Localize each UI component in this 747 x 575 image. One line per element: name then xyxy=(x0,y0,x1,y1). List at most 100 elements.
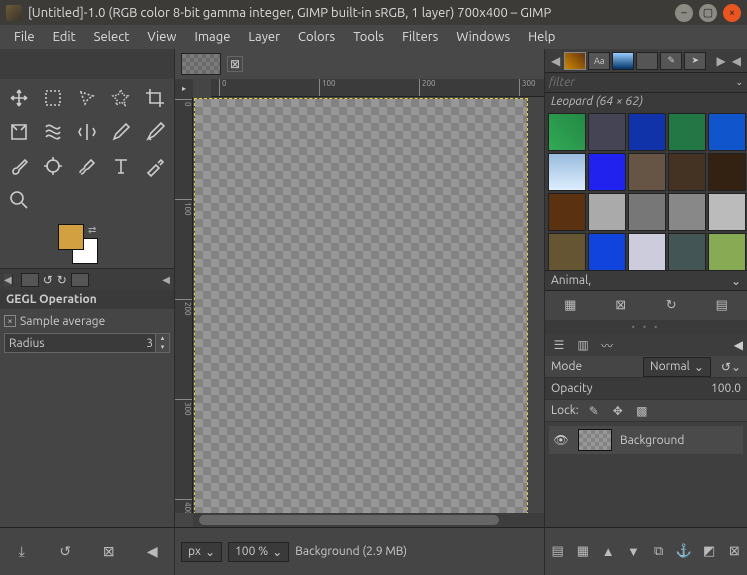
pattern-thumb[interactable] xyxy=(548,193,586,231)
fuzzy-select-tool[interactable] xyxy=(104,81,137,114)
lock-position-icon[interactable]: ✥ xyxy=(609,403,627,419)
pattern-thumb[interactable] xyxy=(628,113,666,151)
paint-dynamics-tab[interactable]: ✎ xyxy=(660,52,682,70)
brush-tool[interactable] xyxy=(2,149,35,182)
pattern-thumb[interactable] xyxy=(668,153,706,191)
layer-opacity-row[interactable]: Opacity 100.0 xyxy=(545,378,747,400)
new-layer-group-icon[interactable]: ▦ xyxy=(573,542,593,562)
canvas-viewport[interactable] xyxy=(193,97,544,513)
restore-tool-preset-icon[interactable]: ↺ xyxy=(54,541,76,563)
warp-tool[interactable] xyxy=(36,115,69,148)
pattern-thumb[interactable] xyxy=(668,233,706,270)
merge-down-icon[interactable]: ⚓ xyxy=(674,542,694,562)
duplicate-layer-icon[interactable]: ⧉ xyxy=(649,542,669,562)
pattern-thumb[interactable] xyxy=(548,233,586,270)
zoom-tool[interactable] xyxy=(2,183,35,216)
dock-tab-menu[interactable]: ◀ xyxy=(730,54,743,68)
tab-menu-icon[interactable]: ◀ xyxy=(162,274,170,286)
move-tool[interactable] xyxy=(2,81,35,114)
pattern-filter-input[interactable] xyxy=(549,76,735,89)
lower-layer-icon[interactable]: ▼ xyxy=(623,542,643,562)
flip-tool[interactable] xyxy=(70,115,103,148)
new-layer-icon[interactable]: ▤ xyxy=(548,542,568,562)
delete-tool-preset-icon[interactable]: ⊠ xyxy=(98,541,120,563)
pattern-thumb[interactable] xyxy=(708,233,746,270)
pattern-thumb[interactable] xyxy=(628,233,666,270)
minimize-button[interactable]: – xyxy=(675,4,693,22)
dock-menu-icon[interactable]: ◀ xyxy=(4,274,13,286)
save-tool-preset-icon[interactable]: ⤓ xyxy=(11,541,33,563)
menu-image[interactable]: Image xyxy=(187,27,239,47)
patterns-tab[interactable] xyxy=(564,52,586,70)
rect-select-tool[interactable] xyxy=(36,81,69,114)
paths-tab[interactable]: 〰 xyxy=(597,337,617,353)
layers-tab-menu[interactable]: ◀ xyxy=(734,338,743,352)
maximize-button[interactable]: ▢ xyxy=(699,4,717,22)
menu-view[interactable]: View xyxy=(139,27,184,47)
menu-help[interactable]: Help xyxy=(520,27,563,47)
layer-item[interactable]: 👁Background xyxy=(549,426,743,454)
image-tab-thumb[interactable] xyxy=(181,53,221,75)
pattern-thumb[interactable] xyxy=(668,113,706,151)
radius-field[interactable]: Radius 3 ▴▾ xyxy=(4,333,170,353)
pattern-thumb[interactable] xyxy=(708,113,746,151)
pattern-thumb[interactable] xyxy=(628,193,666,231)
pattern-category-row[interactable]: Animal, ⌄ xyxy=(545,270,747,290)
undo-history-icon[interactable]: ↺ xyxy=(43,273,53,287)
radius-spinner[interactable]: ▴▾ xyxy=(155,334,169,352)
rotate-tool[interactable] xyxy=(2,115,35,148)
delete-layer-icon[interactable]: ⊠ xyxy=(724,542,744,562)
crop-tool[interactable] xyxy=(138,81,171,114)
pattern-thumb[interactable] xyxy=(588,233,626,270)
refresh-patterns-icon[interactable]: ↻ xyxy=(661,296,681,316)
edit-pattern-icon[interactable]: ▦ xyxy=(560,296,580,316)
unit-select[interactable]: px⌄ xyxy=(181,542,222,562)
document-history-tab[interactable] xyxy=(612,52,634,70)
fonts-tab[interactable]: Aa xyxy=(588,52,610,70)
images-tab[interactable] xyxy=(71,273,89,287)
layers-tab[interactable]: ☰ xyxy=(549,337,569,353)
menu-windows[interactable]: Windows xyxy=(448,27,518,47)
pattern-thumb[interactable] xyxy=(668,193,706,231)
lock-pixels-icon[interactable]: ✎ xyxy=(585,403,603,419)
vertical-ruler[interactable]: 0100200300400 xyxy=(175,97,193,513)
dock-nav-right[interactable]: ▶ xyxy=(715,54,728,68)
raise-layer-icon[interactable]: ▲ xyxy=(598,542,618,562)
text-tool[interactable] xyxy=(104,149,137,182)
tool-presets-tab[interactable]: ➤ xyxy=(684,52,706,70)
color-swatches[interactable]: ⇄ xyxy=(58,224,118,268)
free-select-tool[interactable] xyxy=(70,81,103,114)
redo-icon[interactable]: ↻ xyxy=(57,273,67,287)
layer-visibility-icon[interactable]: 👁 xyxy=(552,433,570,447)
pattern-thumb[interactable] xyxy=(628,153,666,191)
foreground-color[interactable] xyxy=(58,224,84,250)
pattern-thumb[interactable] xyxy=(548,153,586,191)
ink-tool[interactable] xyxy=(138,115,171,148)
color-picker-tool[interactable] xyxy=(138,149,171,182)
menu-filters[interactable]: Filters xyxy=(394,27,446,47)
zoom-select[interactable]: 100 %⌄ xyxy=(228,542,289,562)
menu-layer[interactable]: Layer xyxy=(240,27,288,47)
close-image-tab[interactable]: ⊠ xyxy=(227,56,243,72)
pattern-thumb[interactable] xyxy=(708,193,746,231)
ruler-origin[interactable]: ▸ xyxy=(175,79,193,97)
pattern-thumb[interactable] xyxy=(588,113,626,151)
layer-mode-select[interactable]: Normal ⌄ xyxy=(643,357,711,377)
dock-separator[interactable]: • • • xyxy=(545,320,747,334)
canvas[interactable] xyxy=(195,99,527,513)
histogram-tab[interactable] xyxy=(636,52,658,70)
clone-tool[interactable] xyxy=(36,149,69,182)
horizontal-ruler[interactable]: 0100200300 xyxy=(211,79,544,97)
swap-colors-icon[interactable]: ⇄ xyxy=(88,224,96,236)
heal-tool[interactable] xyxy=(70,149,103,182)
lock-alpha-icon[interactable]: ▩ xyxy=(633,403,651,419)
open-as-image-icon[interactable]: ▤ xyxy=(712,296,732,316)
channels-tab[interactable]: ▥ xyxy=(573,337,593,353)
close-button[interactable]: × xyxy=(723,4,741,22)
tool-options-tab[interactable] xyxy=(21,273,39,287)
sample-average-checkbox[interactable]: × xyxy=(4,315,16,327)
delete-pattern-icon[interactable]: ⊠ xyxy=(611,296,631,316)
pencil-tool[interactable] xyxy=(104,115,137,148)
dock-nav-left[interactable]: ◀ xyxy=(549,54,562,68)
filter-dropdown-icon[interactable]: ⌄ xyxy=(735,77,743,88)
